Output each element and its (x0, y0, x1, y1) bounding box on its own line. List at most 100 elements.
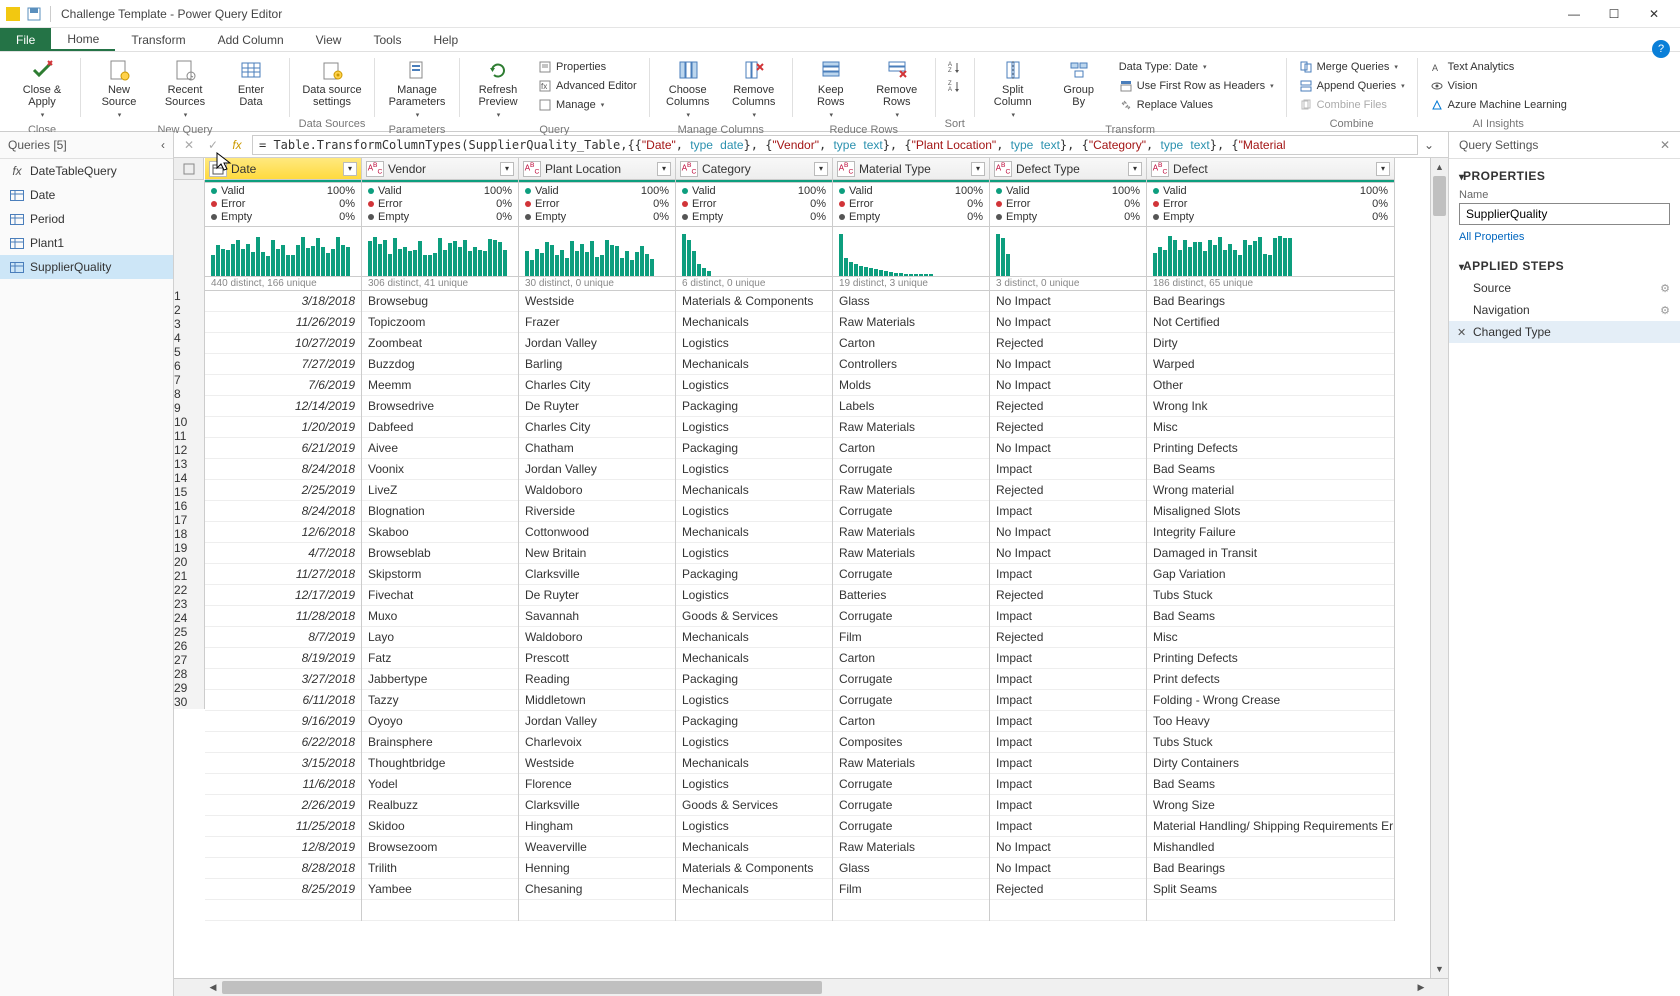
cell[interactable]: No Impact (990, 522, 1146, 543)
cell[interactable]: 2/25/2019 (205, 480, 361, 501)
manage-parameters-button[interactable]: Manage Parameters▾ (381, 56, 453, 124)
cell[interactable]: Gap Variation (1147, 564, 1394, 585)
cell[interactable]: No Impact (990, 543, 1146, 564)
row-number[interactable]: 17 (174, 513, 204, 527)
vision-button[interactable]: Vision (1426, 77, 1571, 95)
tab-transform[interactable]: Transform (115, 28, 201, 51)
cell[interactable]: Chesaning (519, 879, 675, 900)
cell[interactable]: Browsebug (362, 291, 518, 312)
cell[interactable]: Wrong Size (1147, 795, 1394, 816)
tab-add-column[interactable]: Add Column (202, 28, 300, 51)
tab-file[interactable]: File (0, 28, 51, 51)
cell[interactable]: Molds (833, 375, 989, 396)
close-window-button[interactable]: ✕ (1634, 0, 1674, 28)
cell[interactable]: Frazer (519, 312, 675, 333)
cell[interactable]: Mechanicals (676, 879, 832, 900)
cell[interactable]: Raw Materials (833, 522, 989, 543)
date-type-icon[interactable] (209, 161, 227, 177)
scroll-left-icon[interactable]: ◀ (204, 982, 222, 993)
cell[interactable]: Impact (990, 774, 1146, 795)
recent-sources-button[interactable]: Recent Sources▾ (153, 56, 217, 124)
text-type-icon[interactable]: ABC (366, 161, 384, 177)
cell[interactable]: Bad Seams (1147, 774, 1394, 795)
cell[interactable]: Florence (519, 774, 675, 795)
cell[interactable]: Logistics (676, 417, 832, 438)
gear-icon[interactable]: ⚙ (1660, 282, 1670, 295)
cell[interactable]: Rejected (990, 396, 1146, 417)
cell[interactable]: Corrugate (833, 501, 989, 522)
applied-step-changed-type[interactable]: ✕Changed Type (1449, 321, 1680, 343)
cell[interactable]: Misaligned Slots (1147, 501, 1394, 522)
cell[interactable]: Skaboo (362, 522, 518, 543)
cell[interactable]: Logistics (676, 690, 832, 711)
cell[interactable]: Carton (833, 711, 989, 732)
query-name-input[interactable] (1459, 203, 1670, 225)
cell[interactable]: No Impact (990, 438, 1146, 459)
cell[interactable]: Not Certified (1147, 312, 1394, 333)
cell[interactable]: Layo (362, 627, 518, 648)
cell[interactable]: Topiczoom (362, 312, 518, 333)
column-header-vendor[interactable]: ABCVendor▾ (362, 158, 518, 180)
first-row-headers-button[interactable]: Use First Row as Headers▾ (1115, 77, 1278, 95)
cell[interactable]: No Impact (990, 375, 1146, 396)
cell[interactable]: Raw Materials (833, 753, 989, 774)
row-number[interactable]: 3 (174, 317, 204, 331)
query-item-supplierquality[interactable]: SupplierQuality (0, 255, 173, 279)
cell[interactable]: Integrity Failure (1147, 522, 1394, 543)
fx-icon[interactable]: fx (228, 136, 246, 154)
cell[interactable] (833, 900, 989, 921)
row-number[interactable]: 9 (174, 401, 204, 415)
row-number[interactable]: 23 (174, 597, 204, 611)
column-header-date[interactable]: Date▾ (205, 158, 361, 180)
column-filter-icon[interactable]: ▾ (971, 162, 985, 176)
row-number[interactable]: 21 (174, 569, 204, 583)
cell[interactable]: 9/16/2019 (205, 711, 361, 732)
cell[interactable]: Damaged in Transit (1147, 543, 1394, 564)
cell[interactable]: Meemm (362, 375, 518, 396)
group-by-button[interactable]: Group By (1047, 56, 1111, 110)
cell[interactable]: No Impact (990, 837, 1146, 858)
cell[interactable]: 8/24/2018 (205, 459, 361, 480)
cell[interactable]: 11/25/2018 (205, 816, 361, 837)
row-number[interactable]: 20 (174, 555, 204, 569)
cell[interactable]: Corrugate (833, 669, 989, 690)
cell[interactable]: Mechanicals (676, 753, 832, 774)
cell[interactable]: Mishandled (1147, 837, 1394, 858)
cell[interactable]: Thoughtbridge (362, 753, 518, 774)
row-number[interactable]: 16 (174, 499, 204, 513)
cell[interactable]: Corrugate (833, 774, 989, 795)
column-filter-icon[interactable]: ▾ (814, 162, 828, 176)
select-all-cell[interactable] (174, 158, 204, 180)
cell[interactable]: Middletown (519, 690, 675, 711)
cell[interactable]: No Impact (990, 858, 1146, 879)
cell[interactable]: Browsezoom (362, 837, 518, 858)
manage-query-button[interactable]: Manage▾ (534, 96, 641, 114)
row-number[interactable]: 12 (174, 443, 204, 457)
remove-rows-button[interactable]: Remove Rows▾ (865, 56, 929, 124)
data-source-settings-button[interactable]: Data source settings (296, 56, 368, 110)
cell[interactable] (990, 900, 1146, 921)
keep-rows-button[interactable]: Keep Rows▾ (799, 56, 863, 124)
cell[interactable]: New Britain (519, 543, 675, 564)
cell[interactable]: Mechanicals (676, 354, 832, 375)
query-item-datetablequery[interactable]: fxDateTableQuery (0, 159, 173, 183)
cell[interactable]: Jordan Valley (519, 459, 675, 480)
cell[interactable]: Browsedrive (362, 396, 518, 417)
query-item-date[interactable]: Date (0, 183, 173, 207)
cell[interactable]: Logistics (676, 501, 832, 522)
cell[interactable]: Glass (833, 291, 989, 312)
cell[interactable]: Printing Defects (1147, 438, 1394, 459)
cell[interactable]: Mechanicals (676, 522, 832, 543)
cell[interactable]: Other (1147, 375, 1394, 396)
cell[interactable]: Mechanicals (676, 312, 832, 333)
all-properties-link[interactable]: All Properties (1459, 231, 1524, 243)
delete-step-icon[interactable]: ✕ (1457, 326, 1466, 339)
cell[interactable]: Impact (990, 711, 1146, 732)
row-number[interactable]: 11 (174, 429, 204, 443)
cell[interactable]: Rejected (990, 879, 1146, 900)
sort-asc-button[interactable]: AZ (944, 58, 966, 76)
column-header-deftype[interactable]: ABCDefect Type▾ (990, 158, 1146, 180)
row-number[interactable]: 6 (174, 359, 204, 373)
cell[interactable]: Barling (519, 354, 675, 375)
settings-close-icon[interactable]: ✕ (1660, 138, 1670, 152)
